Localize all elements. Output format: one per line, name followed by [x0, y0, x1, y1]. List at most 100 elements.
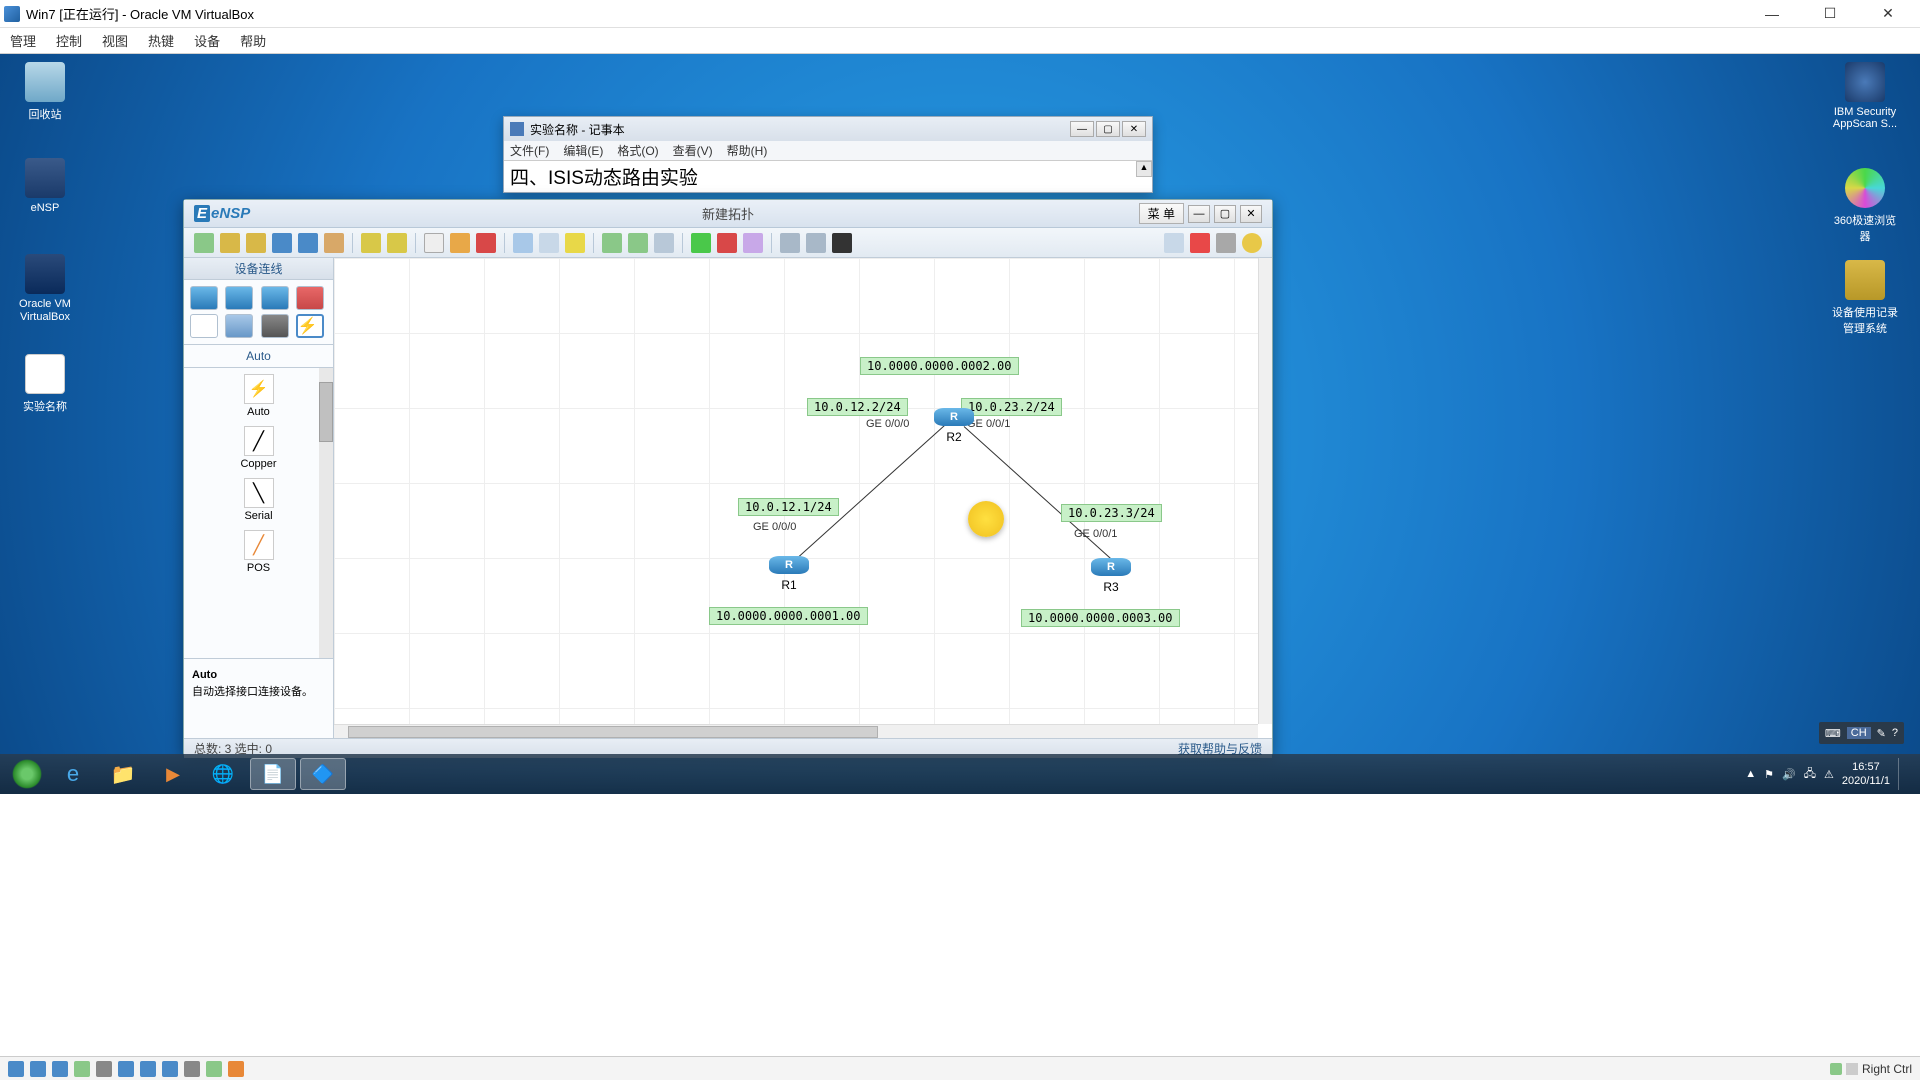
connection-pos[interactable]: ╱ POS	[190, 530, 327, 574]
device-cat-other[interactable]	[261, 314, 289, 338]
open-icon[interactable]	[220, 233, 240, 253]
taskbar-360browser[interactable]: 🌐	[200, 758, 246, 790]
ip-label-r2-right[interactable]: 10.0.23.2/24	[961, 398, 1062, 416]
vb-hdd-icon[interactable]	[8, 1061, 24, 1077]
connection-serial[interactable]: ╲ Serial	[190, 478, 327, 522]
settings-icon[interactable]	[1216, 233, 1236, 253]
tray-show-hidden-icon[interactable]: ▲	[1745, 768, 1756, 780]
device-cat-pc[interactable]	[190, 314, 218, 338]
host-maximize-button[interactable]: ☐	[1810, 4, 1850, 24]
pan-icon[interactable]	[450, 233, 470, 253]
notepad-menu-format[interactable]: 格式(O)	[617, 142, 658, 159]
notepad-scroll-up[interactable]: ▲	[1136, 161, 1152, 177]
vb-mouse-icon[interactable]	[206, 1061, 222, 1077]
netid-r2[interactable]: 10.0000.0000.0002.00	[860, 357, 1019, 375]
undo-icon[interactable]	[361, 233, 381, 253]
netid-r1[interactable]: 10.0000.0000.0001.00	[709, 607, 868, 625]
connection-list-scrollbar[interactable]	[319, 368, 333, 658]
device-cat-wlan[interactable]	[261, 286, 289, 310]
device-cat-firewall[interactable]	[296, 286, 324, 310]
tray-security-icon[interactable]: ⚠	[1824, 768, 1834, 781]
save-as-icon[interactable]	[298, 233, 318, 253]
ensp-minimize-button[interactable]: —	[1188, 205, 1210, 223]
host-menu-manage[interactable]: 管理	[10, 31, 36, 50]
desktop-icon-recycle-bin[interactable]: 回收站	[10, 62, 80, 122]
delete-icon[interactable]	[476, 233, 496, 253]
folder-icon[interactable]	[246, 233, 266, 253]
netid-r3[interactable]: 10.0000.0000.0003.00	[1021, 609, 1180, 627]
lang-ime-icon[interactable]: ✎	[1877, 727, 1886, 740]
stop-device-icon[interactable]	[717, 233, 737, 253]
taskbar-notepad[interactable]: 📄	[250, 758, 296, 790]
pointer-icon[interactable]	[424, 233, 444, 253]
host-close-button[interactable]: ✕	[1868, 4, 1908, 24]
vb-usb-icon[interactable]	[96, 1061, 112, 1077]
lang-help-icon[interactable]: ?	[1892, 727, 1898, 739]
notepad-titlebar[interactable]: 实验名称 - 记事本 — ▢ ✕	[504, 117, 1152, 141]
ip-label-r2-left[interactable]: 10.0.12.2/24	[807, 398, 908, 416]
save-icon[interactable]	[272, 233, 292, 253]
taskbar-ensp[interactable]: 🔷	[300, 758, 346, 790]
palette-icon[interactable]	[513, 233, 533, 253]
vb-network-icon[interactable]	[74, 1061, 90, 1077]
canvas-vertical-scrollbar[interactable]	[1258, 258, 1272, 724]
link-r2-r3[interactable]	[964, 426, 1121, 567]
connection-copper[interactable]: ╱ Copper	[190, 426, 327, 470]
tray-volume-icon[interactable]: 🔊	[1782, 768, 1796, 781]
desktop-icon-experiment-file[interactable]: 实验名称	[10, 354, 80, 414]
cli-icon[interactable]	[832, 233, 852, 253]
zoom-fit-icon[interactable]	[654, 233, 674, 253]
canvas-horizontal-scrollbar[interactable]	[334, 724, 1258, 738]
tool-icon-1[interactable]	[780, 233, 800, 253]
ensp-menu-button[interactable]: 菜 单	[1139, 203, 1184, 224]
taskbar-ie[interactable]: e	[50, 758, 96, 790]
host-menu-view[interactable]: 视图	[102, 31, 128, 50]
connection-auto[interactable]: ⚡ Auto	[190, 374, 327, 418]
show-desktop-button[interactable]	[1898, 758, 1906, 790]
tray-clock[interactable]: 16:57 2020/11/1	[1842, 760, 1890, 789]
lang-indicator[interactable]: CH	[1847, 727, 1871, 739]
ensp-close-button[interactable]: ✕	[1240, 205, 1262, 223]
desktop-icon-360browser[interactable]: 360极速浏览器	[1830, 168, 1900, 244]
start-device-icon[interactable]	[691, 233, 711, 253]
new-topo-icon[interactable]	[194, 233, 214, 253]
notepad-close-button[interactable]: ✕	[1122, 121, 1146, 137]
desktop-icon-device-record[interactable]: 设备使用记录管理系统	[1830, 260, 1900, 336]
router-r1[interactable]: R1	[769, 556, 809, 588]
zoom-in-icon[interactable]	[602, 233, 622, 253]
tray-network-icon[interactable]: 🖧	[1804, 765, 1816, 784]
notepad-minimize-button[interactable]: —	[1070, 121, 1094, 137]
notepad-window[interactable]: 实验名称 - 记事本 — ▢ ✕ 文件(F) 编辑(E) 格式(O) 查看(V)…	[503, 116, 1153, 193]
desktop-icon-virtualbox[interactable]: Oracle VM VirtualBox	[10, 254, 80, 324]
huawei-icon[interactable]	[1190, 233, 1210, 253]
vb-recording-icon[interactable]	[162, 1061, 178, 1077]
sidebar-tab-connections[interactable]: 设备连线	[184, 258, 333, 280]
start-button[interactable]	[6, 757, 48, 791]
desktop-icon-appscan[interactable]: IBM Security AppScan S...	[1830, 62, 1900, 130]
help-icon[interactable]	[1242, 233, 1262, 253]
zoom-out-icon[interactable]	[628, 233, 648, 253]
capture-icon[interactable]	[743, 233, 763, 253]
taskbar-media[interactable]: ▶	[150, 758, 196, 790]
host-menu-control[interactable]: 控制	[56, 31, 82, 50]
vb-audio-icon[interactable]	[52, 1061, 68, 1077]
host-menu-devices[interactable]: 设备	[194, 31, 220, 50]
device-cat-switch[interactable]	[225, 286, 253, 310]
device-cat-router[interactable]	[190, 286, 218, 310]
host-menu-hotkeys[interactable]: 热键	[148, 31, 174, 50]
vb-clipboard-icon[interactable]	[228, 1061, 244, 1077]
ensp-maximize-button[interactable]: ▢	[1214, 205, 1236, 223]
notepad-content[interactable]: 四、ISIS动态路由实验 ▲	[504, 161, 1152, 192]
ensp-window[interactable]: EeNSP 新建拓扑 菜 单 — ▢ ✕	[183, 199, 1273, 756]
desktop-icon-ensp[interactable]: eNSP	[10, 158, 80, 214]
taskbar-explorer[interactable]: 📁	[100, 758, 146, 790]
ensp-titlebar[interactable]: EeNSP 新建拓扑 菜 单 — ▢ ✕	[184, 200, 1272, 228]
print-icon[interactable]	[324, 233, 344, 253]
notepad-menu-help[interactable]: 帮助(H)	[727, 142, 768, 159]
notepad-menu-view[interactable]: 查看(V)	[673, 142, 713, 159]
vb-display-icon[interactable]	[140, 1061, 156, 1077]
device-cat-cloud[interactable]	[225, 314, 253, 338]
notepad-menu-file[interactable]: 文件(F)	[510, 142, 549, 159]
text-icon[interactable]	[539, 233, 559, 253]
link-r1-r2[interactable]	[789, 425, 946, 566]
